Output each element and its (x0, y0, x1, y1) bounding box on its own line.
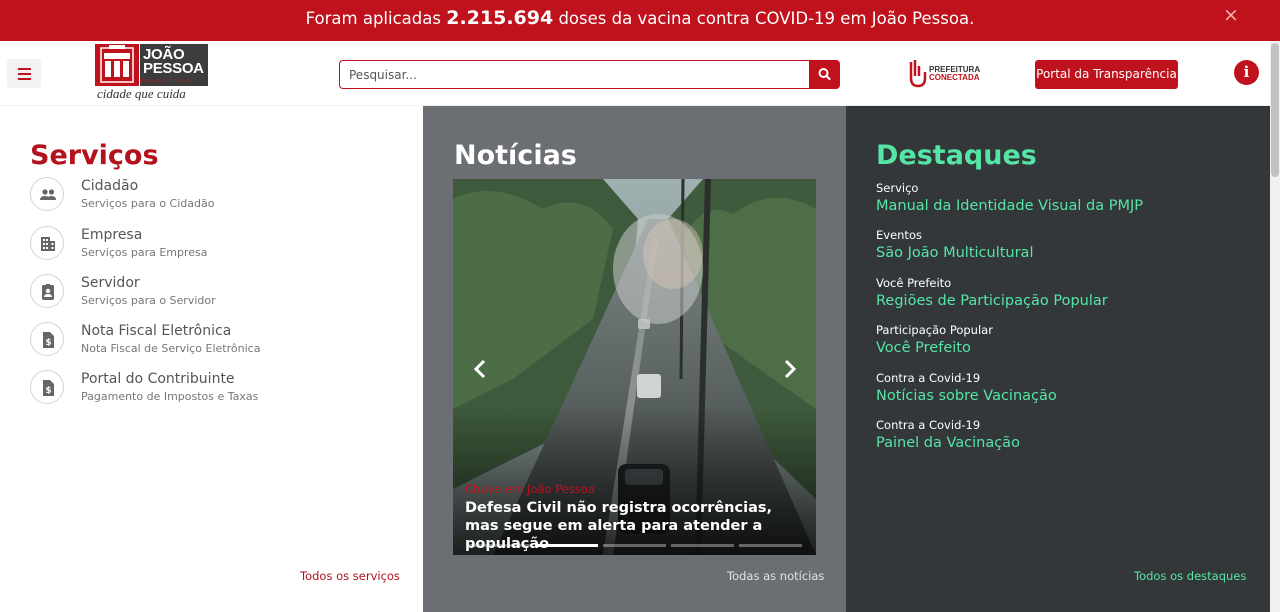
destaque-category: Contra a Covid-19 (876, 418, 981, 432)
destaque-category: Serviço (876, 181, 919, 195)
svg-text:$: $ (45, 386, 51, 396)
search-button[interactable] (809, 60, 840, 89)
banner-prefix: Foram aplicadas (305, 9, 441, 28)
info-button[interactable]: i (1234, 60, 1259, 85)
todas-noticias-link[interactable]: Todas as notícias (727, 569, 824, 583)
todos-servicos-link[interactable]: Todos os serviços (300, 569, 400, 583)
prefeitura-conectada-logo[interactable]: PREFEITURA CONECTADA (905, 58, 983, 90)
hamburger-bar (18, 73, 31, 75)
portal-transparencia-button[interactable]: Portal da Transparência (1035, 60, 1178, 89)
prefeitura-logo[interactable]: JOÃO PESSOA PREFEITURA cidade que cuida (95, 44, 210, 104)
carousel-indicator[interactable] (671, 544, 734, 547)
invoice-icon: $ (30, 370, 64, 404)
servico-subtitle: Serviços para o Cidadão (81, 197, 215, 210)
badge-icon (30, 274, 64, 308)
vaccine-banner-text: Foram aplicadas 2.215.694 doses da vacin… (0, 7, 1280, 30)
servico-subtitle: Nota Fiscal de Serviço Eletrônica (81, 342, 261, 355)
svg-text:$: $ (45, 338, 51, 348)
servico-item-nota-fiscal[interactable]: $ Nota Fiscal Eletrônica Nota Fiscal de … (30, 322, 400, 362)
servico-title: Cidadão (81, 178, 139, 194)
servico-title: Empresa (81, 227, 143, 243)
hamburger-bar (18, 78, 31, 80)
destaque-category: Participação Popular (876, 323, 993, 337)
invoice-icon: $ (30, 322, 64, 356)
hamburger-menu-button[interactable] (7, 59, 41, 88)
servicos-section: Serviços Cidadão Serviços para o Cidadão… (0, 106, 423, 612)
noticias-title: Notícias (454, 140, 577, 171)
destaque-category: Eventos (876, 228, 922, 242)
carousel-indicator[interactable] (739, 544, 802, 547)
servico-item-portal-contribuinte[interactable]: $ Portal do Contribuinte Pagamento de Im… (30, 370, 400, 410)
page-scrollbar[interactable] (1270, 41, 1280, 612)
news-carousel[interactable]: Chuva em João Pessoa Defesa Civil não re… (453, 179, 816, 555)
conectada-line2: CONECTADA (929, 73, 980, 82)
servico-subtitle: Serviços para Empresa (81, 246, 208, 259)
carousel-prev-button[interactable] (471, 357, 491, 381)
destaque-link[interactable]: Regiões de Participação Popular (876, 292, 1108, 310)
carousel-indicator[interactable] (603, 544, 666, 547)
carousel-next-button[interactable] (779, 357, 799, 381)
news-category[interactable]: Chuva em João Pessoa (465, 482, 595, 496)
noticias-section: Notícias Chuva em João Pessoa Defesa Civ… (423, 106, 846, 612)
vaccine-dose-count: 2.215.694 (446, 7, 554, 29)
destaque-link[interactable]: Manual da Identidade Visual da PMJP (876, 197, 1143, 215)
todos-destaques-link[interactable]: Todos os destaques (1134, 569, 1246, 583)
servico-subtitle: Serviços para o Servidor (81, 294, 216, 307)
destaque-category: Você Prefeito (876, 276, 952, 290)
servico-item-servidor[interactable]: Servidor Serviços para o Servidor (30, 274, 400, 314)
hand-touch-icon (909, 60, 927, 88)
people-icon (30, 177, 64, 211)
servico-title: Servidor (81, 275, 140, 291)
logo-line2: PESSOA (143, 60, 204, 77)
city-crest-icon (95, 44, 139, 86)
destaques-section: Destaques Serviço Manual da Identidade V… (846, 106, 1270, 612)
vaccine-banner: Foram aplicadas 2.215.694 doses da vacin… (0, 0, 1280, 41)
servico-title: Portal do Contribuinte (81, 371, 235, 387)
logo-tagline: cidade que cuida (97, 86, 186, 101)
carousel-indicator-active[interactable] (535, 544, 598, 547)
servico-title: Nota Fiscal Eletrônica (81, 323, 232, 339)
destaque-category: Contra a Covid-19 (876, 371, 981, 385)
carousel-indicator[interactable] (467, 544, 530, 547)
servicos-title: Serviços (30, 140, 159, 171)
scrollbar-thumb[interactable] (1271, 43, 1279, 177)
search-icon (818, 68, 831, 81)
servico-item-empresa[interactable]: Empresa Serviços para Empresa (30, 226, 400, 266)
destaques-title: Destaques (876, 140, 1037, 171)
destaque-link[interactable]: Painel da Vacinação (876, 434, 1020, 452)
servico-item-cidadao[interactable]: Cidadão Serviços para o Cidadão (30, 177, 400, 217)
search-input[interactable] (339, 60, 810, 89)
servico-subtitle: Pagamento de Impostos e Taxas (81, 390, 259, 403)
building-icon (30, 226, 64, 260)
hamburger-bar (18, 68, 31, 70)
logo-subtitle: PREFEITURA (140, 79, 192, 85)
destaque-link[interactable]: Notícias sobre Vacinação (876, 387, 1057, 405)
banner-close-button[interactable]: × (1222, 5, 1240, 25)
destaque-link[interactable]: Você Prefeito (876, 339, 971, 357)
destaque-link[interactable]: São João Multicultural (876, 244, 1033, 262)
site-header: JOÃO PESSOA PREFEITURA cidade que cuida … (0, 41, 1270, 106)
banner-suffix: doses da vacina contra COVID-19 em João … (558, 9, 975, 28)
